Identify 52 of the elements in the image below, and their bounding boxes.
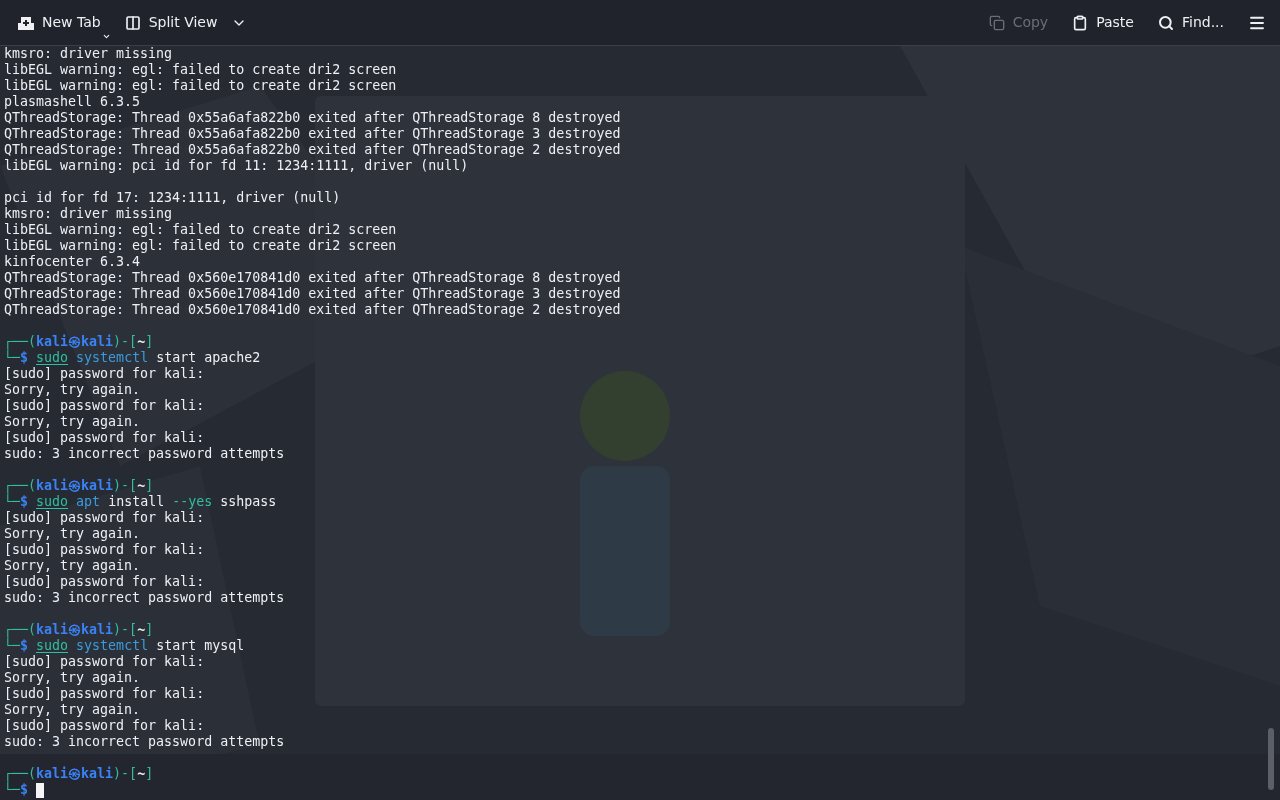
- text-cursor: [36, 782, 45, 798]
- output-line: [sudo] password for kali:: [4, 366, 205, 382]
- command-line: └─$ sudo systemctl start mysql: [4, 638, 245, 654]
- output-line: pci id for fd 17: 1234:1111, driver (null): [4, 190, 341, 206]
- output-line: kinfocenter 6.3.4: [4, 254, 141, 270]
- new-tab-button[interactable]: New Tab: [12, 7, 107, 38]
- search-icon: [1157, 14, 1174, 31]
- output-line: sudo: 3 incorrect password attempts: [4, 734, 285, 750]
- paste-button[interactable]: Paste: [1066, 7, 1140, 38]
- output-line: kmsro: driver missing: [4, 46, 173, 62]
- output-line: QThreadStorage: Thread 0x55a6afa822b0 exited after QThreadStorage 2 destroyed: [4, 142, 621, 158]
- output-line: [sudo] password for kali:: [4, 574, 205, 590]
- split-view-icon: [124, 14, 141, 31]
- output-line: libEGL warning: egl: failed to create dri2 screen: [4, 222, 397, 238]
- prompt-line: ┌──(kali㉿kali)-[~]: [4, 334, 154, 350]
- output-line: libEGL warning: egl: failed to create dri2 screen: [4, 238, 397, 254]
- output-line: [sudo] password for kali:: [4, 430, 205, 446]
- output-line: Sorry, try again.: [4, 670, 141, 686]
- output-line: Sorry, try again.: [4, 414, 141, 430]
- command-line: └─$ sudo systemctl start apache2: [4, 350, 261, 366]
- prompt-line: ┌──(kali㉿kali)-[~]: [4, 478, 154, 494]
- split-view-button[interactable]: Split View: [118, 7, 254, 38]
- clipboard-icon: [1072, 14, 1089, 31]
- output-line: Sorry, try again.: [4, 382, 141, 398]
- command-line: └─$ sudo apt install --yes sshpass: [4, 494, 277, 510]
- prompt-line: ┌──(kali㉿kali)-[~]: [4, 622, 154, 638]
- new-tab-icon: [18, 15, 34, 30]
- output-line: libEGL warning: pci id for fd 11: 1234:1111, driver (null): [4, 158, 469, 174]
- output-line: [sudo] password for kali:: [4, 398, 205, 414]
- output-line: QThreadStorage: Thread 0x560e170841d0 exited after QThreadStorage 2 destroyed: [4, 302, 621, 318]
- output-line: Sorry, try again.: [4, 558, 141, 574]
- output-line: [sudo] password for kali:: [4, 510, 205, 526]
- copy-icon: [988, 14, 1005, 31]
- output-line: sudo: 3 incorrect password attempts: [4, 590, 285, 606]
- output-line: plasmashell 6.3.5: [4, 94, 141, 110]
- prompt-line: └─$: [4, 782, 29, 798]
- find-button[interactable]: Find...: [1151, 7, 1230, 38]
- output-line: Sorry, try again.: [4, 526, 141, 542]
- output-line: Sorry, try again.: [4, 702, 141, 718]
- output-line: [sudo] password for kali:: [4, 542, 205, 558]
- output-line: sudo: 3 incorrect password attempts: [4, 446, 285, 462]
- output-line: QThreadStorage: Thread 0x55a6afa822b0 exited after QThreadStorage 3 destroyed: [4, 126, 621, 142]
- output-line: [sudo] password for kali:: [4, 718, 205, 734]
- output-line: [sudo] password for kali:: [4, 654, 205, 670]
- output-line: libEGL warning: egl: failed to create dri2 screen: [4, 78, 397, 94]
- output-line: QThreadStorage: Thread 0x560e170841d0 exited after QThreadStorage 3 destroyed: [4, 286, 621, 302]
- prompt-line: ┌──(kali㉿kali)-[~]: [4, 766, 154, 782]
- output-line: kmsro: driver missing: [4, 206, 173, 222]
- output-line: QThreadStorage: Thread 0x560e170841d0 exited after QThreadStorage 8 destroyed: [4, 270, 621, 286]
- output-line: libEGL warning: egl: failed to create dri2 screen: [4, 62, 397, 78]
- output-line: [sudo] password for kali:: [4, 686, 205, 702]
- output-line: QThreadStorage: Thread 0x55a6afa822b0 exited after QThreadStorage 8 destroyed: [4, 110, 621, 126]
